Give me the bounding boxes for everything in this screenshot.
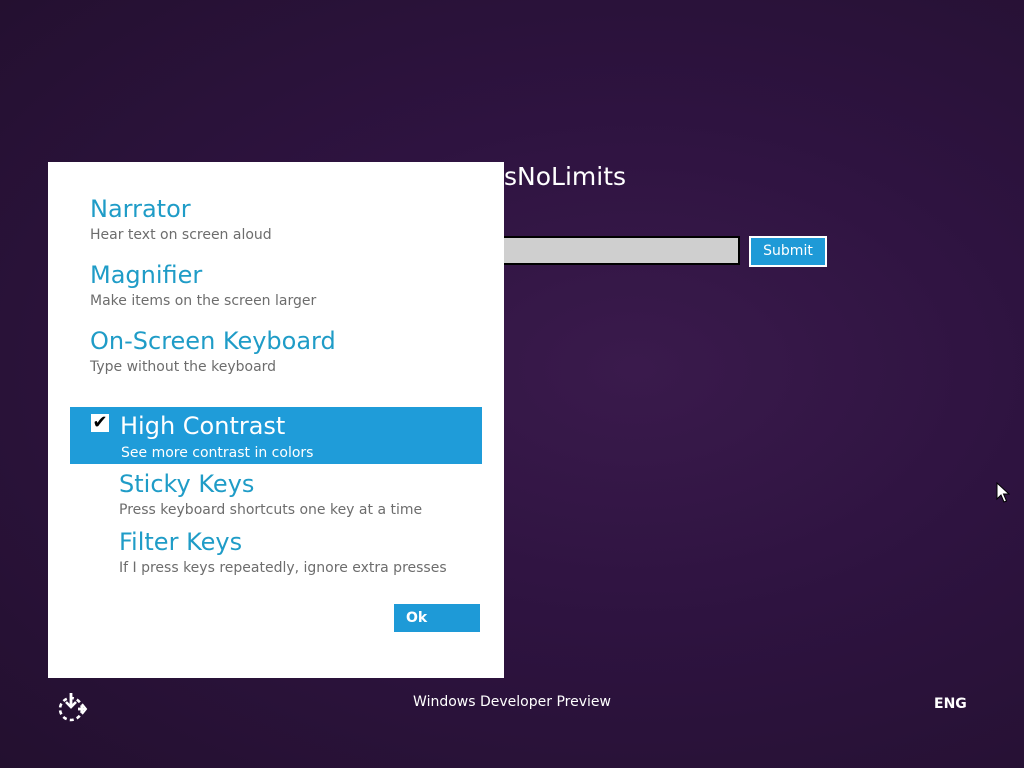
narrator-title: Narrator [90, 195, 191, 223]
on-screen-keyboard-desc: Type without the keyboard [90, 359, 277, 375]
narrator-option[interactable]: Narrator Hear text on screen aloud [90, 194, 272, 244]
high-contrast-toggle[interactable]: ✔ High Contrast See more contrast in col… [70, 407, 482, 464]
ease-of-access-panel: Narrator Hear text on screen aloud Magni… [48, 162, 504, 678]
password-input[interactable] [490, 236, 740, 265]
on-screen-keyboard-title: On-Screen Keyboard [90, 327, 336, 355]
sticky-keys-toggle[interactable]: Sticky Keys Press keyboard shortcuts one… [119, 469, 422, 519]
filter-keys-desc: If I press keys repeatedly, ignore extra… [119, 560, 447, 576]
filter-keys-title: Filter Keys [119, 528, 243, 556]
high-contrast-desc: See more contrast in colors [121, 445, 314, 461]
footer-brand: Windows Developer Preview [413, 694, 611, 710]
magnifier-title: Magnifier [90, 261, 203, 289]
sticky-keys-title: Sticky Keys [119, 470, 255, 498]
checkmark-icon[interactable]: ✔ [91, 414, 109, 432]
user-name: sNoLimits [504, 162, 627, 191]
magnifier-desc: Make items on the screen larger [90, 293, 317, 309]
mouse-cursor-icon [996, 481, 1011, 504]
high-contrast-title: High Contrast [120, 412, 286, 440]
narrator-desc: Hear text on screen aloud [90, 227, 272, 243]
filter-keys-toggle[interactable]: Filter Keys If I press keys repeatedly, … [119, 527, 447, 577]
on-screen-keyboard-option[interactable]: On-Screen Keyboard Type without the keyb… [90, 326, 336, 376]
sticky-keys-desc: Press keyboard shortcuts one key at a ti… [119, 502, 423, 518]
language-indicator[interactable]: ENG [934, 696, 967, 712]
ok-button[interactable]: Ok [394, 604, 480, 632]
submit-button[interactable]: Submit [749, 236, 827, 267]
magnifier-option[interactable]: Magnifier Make items on the screen large… [90, 260, 316, 310]
